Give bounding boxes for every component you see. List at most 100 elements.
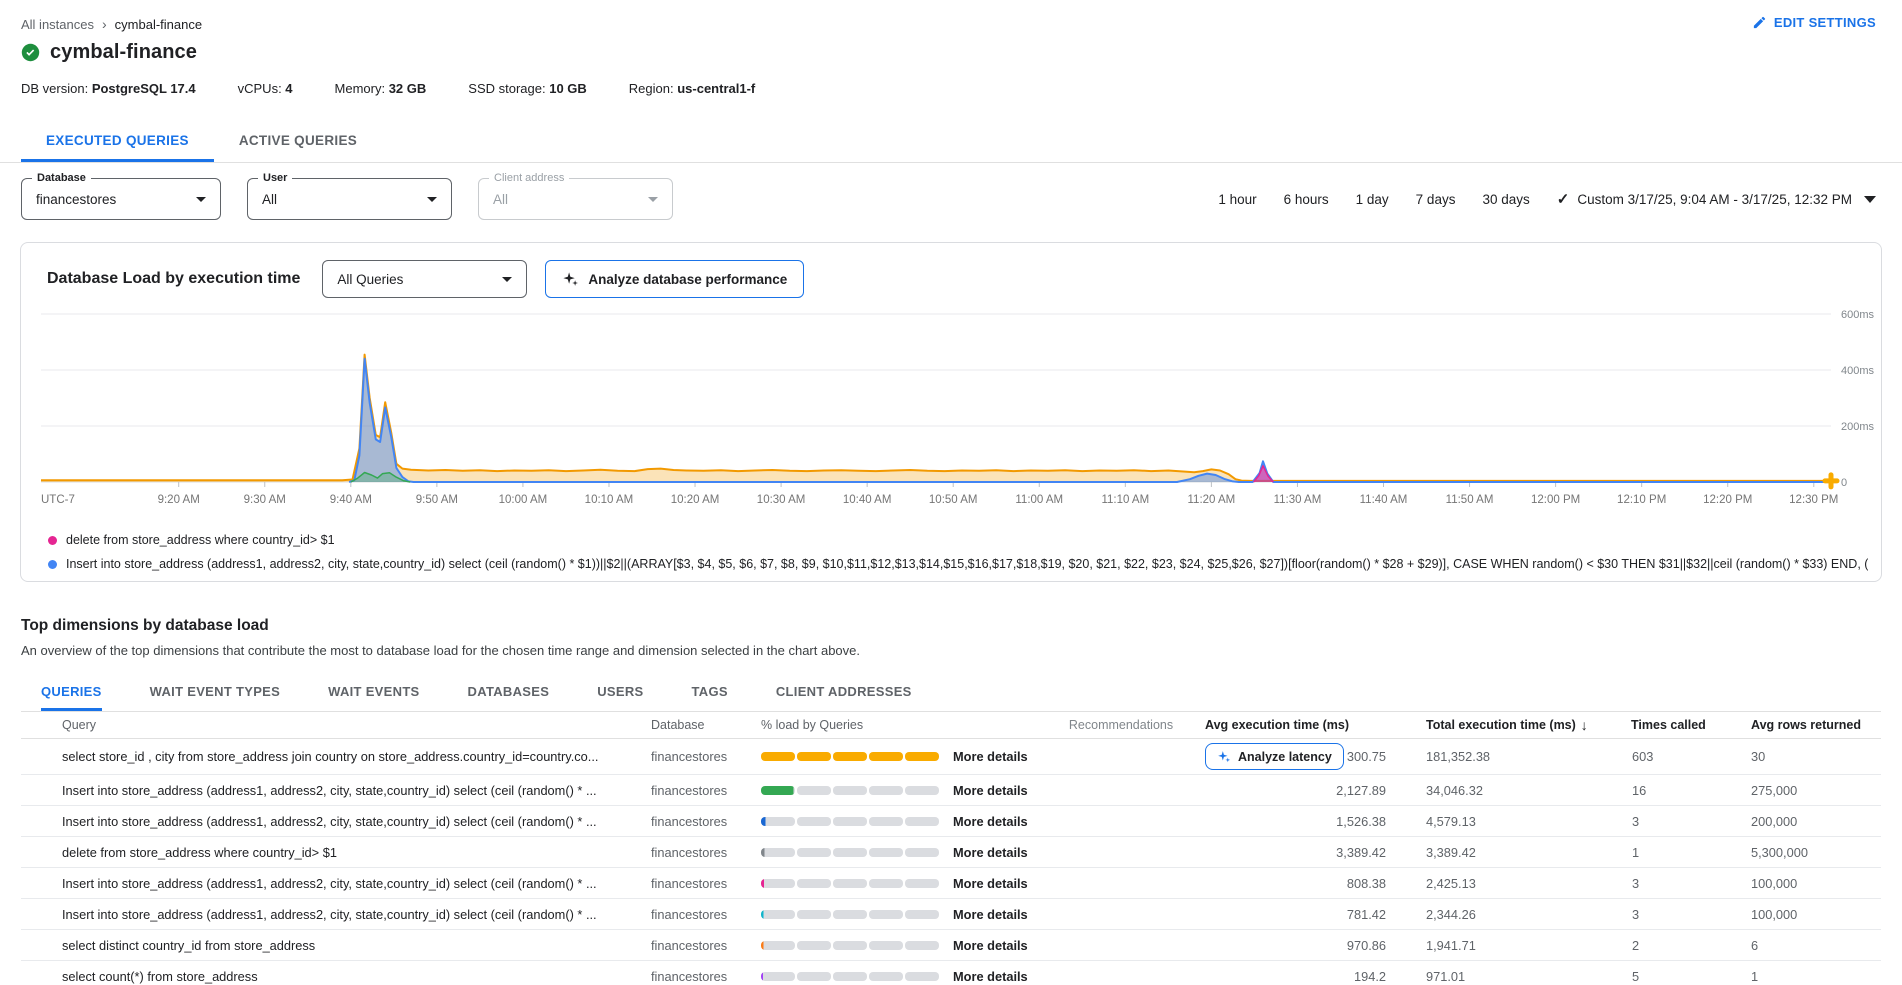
column-header--load-by-queries[interactable]: % load by Queries <box>751 718 1061 732</box>
tab-executed-queries[interactable]: EXECUTED QUERIES <box>21 121 214 162</box>
svg-text:9:50 AM: 9:50 AM <box>416 494 458 506</box>
times-called-cell: 2 <box>1621 938 1741 953</box>
info-label: Memory: <box>335 81 389 96</box>
legend-label: Insert into store_address (address1, add… <box>66 557 1868 571</box>
avg-execution-cell: 970.86 <box>1181 938 1416 953</box>
filter-select-database[interactable]: Databasefinancestores <box>21 178 221 220</box>
instance-info-item: Region: us-central1-f <box>629 81 755 96</box>
table-row: select distinct country_id from store_ad… <box>21 930 1881 961</box>
dim-tab-wait-event-types[interactable]: WAIT EVENT TYPES <box>150 674 280 711</box>
time-option-1-day[interactable]: 1 day <box>1356 192 1389 207</box>
load-bar-segment <box>797 972 831 981</box>
load-bar <box>761 941 939 950</box>
filter-value: financestores <box>36 192 116 207</box>
chevron-down-icon <box>427 197 437 202</box>
time-option-7-days[interactable]: 7 days <box>1416 192 1456 207</box>
load-bar-segment <box>797 786 831 795</box>
table-row: Insert into store_address (address1, add… <box>21 868 1881 899</box>
column-header-recommendations[interactable]: Recommendations <box>1061 718 1181 732</box>
times-called-cell: 1 <box>1621 845 1741 860</box>
svg-text:12:30 PM: 12:30 PM <box>1789 494 1838 506</box>
legend-item: Insert into store_address (address1, add… <box>48 557 1868 571</box>
more-details-link[interactable]: More details <box>953 876 1028 891</box>
analyze-latency-button[interactable]: Analyze latency <box>1205 743 1344 770</box>
avg-execution-cell: 1,526.38 <box>1181 814 1416 829</box>
column-header-query[interactable]: Query <box>21 718 641 732</box>
load-bar <box>761 817 939 826</box>
column-header-database[interactable]: Database <box>641 718 751 732</box>
edit-settings-button[interactable]: EDIT SETTINGS <box>1752 15 1876 30</box>
column-header-total-execution-time-ms-[interactable]: Total execution time (ms)↓ <box>1416 717 1621 733</box>
dim-tab-users[interactable]: USERS <box>597 674 643 711</box>
table-row: select count(*) from store_addressfinanc… <box>21 961 1881 985</box>
more-details-link[interactable]: More details <box>953 749 1028 764</box>
total-execution-cell: 34,046.32 <box>1416 783 1621 798</box>
legend-item: delete from store_address where country_… <box>48 533 1868 547</box>
column-header-avg-rows-returned[interactable]: Avg rows returned <box>1741 718 1881 732</box>
instance-info-item: SSD storage: 10 GB <box>468 81 587 96</box>
time-option-30-days[interactable]: 30 days <box>1482 192 1529 207</box>
times-called-cell: 603 <box>1621 749 1741 764</box>
avg-rows-cell: 100,000 <box>1741 876 1881 891</box>
more-details-link[interactable]: More details <box>953 907 1028 922</box>
load-cell: More details <box>751 783 1061 798</box>
query-text: Insert into store_address (address1, add… <box>21 783 641 798</box>
dim-tab-tags[interactable]: TAGS <box>692 674 728 711</box>
times-called-cell: 3 <box>1621 876 1741 891</box>
load-chart[interactable]: 600ms400ms200ms09:20 AM9:30 AM9:40 AM9:5… <box>21 306 1881 523</box>
dim-tab-wait-events[interactable]: WAIT EVENTS <box>328 674 419 711</box>
svg-text:10:30 AM: 10:30 AM <box>757 494 806 506</box>
dim-tab-databases[interactable]: DATABASES <box>468 674 550 711</box>
avg-execution-value: 1,526.38 <box>1336 814 1386 829</box>
database-cell: financestores <box>641 969 751 984</box>
load-bar-segment <box>905 848 939 857</box>
svg-text:9:40 AM: 9:40 AM <box>330 494 372 506</box>
chevron-right-icon: › <box>102 16 107 32</box>
more-details-link[interactable]: More details <box>953 814 1028 829</box>
sort-desc-icon: ↓ <box>1581 717 1588 733</box>
more-details-link[interactable]: More details <box>953 845 1028 860</box>
svg-text:11:50 AM: 11:50 AM <box>1446 494 1494 506</box>
filters: DatabasefinancestoresUserAllClient addre… <box>21 178 699 220</box>
more-details-link[interactable]: More details <box>953 969 1028 984</box>
load-cell: More details <box>751 938 1061 953</box>
svg-text:11:30 AM: 11:30 AM <box>1274 494 1322 506</box>
svg-text:200ms: 200ms <box>1841 421 1875 433</box>
dim-tab-client-addresses[interactable]: CLIENT ADDRESSES <box>776 674 912 711</box>
svg-text:UTC-7: UTC-7 <box>41 494 75 506</box>
analyze-latency-label: Analyze latency <box>1238 750 1332 764</box>
tab-active-queries[interactable]: ACTIVE QUERIES <box>214 121 382 162</box>
load-bar-segment <box>869 752 903 761</box>
load-bar-segment <box>905 941 939 950</box>
total-execution-cell: 2,425.13 <box>1416 876 1621 891</box>
avg-execution-cell: Analyze latency300.75 <box>1181 743 1416 770</box>
query-text: delete from store_address where country_… <box>21 845 641 860</box>
more-details-link[interactable]: More details <box>953 783 1028 798</box>
time-custom-selector[interactable]: ✓Custom 3/17/25, 9:04 AM - 3/17/25, 12:3… <box>1557 190 1876 208</box>
query-filter-value: All Queries <box>337 272 403 287</box>
avg-execution-cell: 194.2 <box>1181 969 1416 984</box>
breadcrumb-all-instances[interactable]: All instances <box>21 17 94 32</box>
chevron-down-icon <box>648 197 658 202</box>
time-option-6-hours[interactable]: 6 hours <box>1284 192 1329 207</box>
avg-rows-cell: 6 <box>1741 938 1881 953</box>
load-bar-segment <box>761 786 795 795</box>
filter-select-user[interactable]: UserAll <box>247 178 452 220</box>
svg-text:12:00 PM: 12:00 PM <box>1531 494 1580 506</box>
more-details-link[interactable]: More details <box>953 938 1028 953</box>
queries-table: QueryDatabase% load by QueriesRecommenda… <box>21 711 1881 985</box>
time-option-1-hour[interactable]: 1 hour <box>1218 192 1256 207</box>
load-bar-segment <box>905 786 939 795</box>
load-bar-segment <box>869 817 903 826</box>
column-header-avg-execution-time-ms-[interactable]: Avg execution time (ms) <box>1181 718 1416 732</box>
query-filter-select[interactable]: All Queries <box>322 260 527 298</box>
load-bar-segment <box>905 910 939 919</box>
analyze-database-performance-button[interactable]: Analyze database performance <box>545 260 804 298</box>
chevron-down-icon <box>1864 196 1876 203</box>
load-bar-segment <box>761 848 795 857</box>
load-bar-segment <box>869 848 903 857</box>
load-cell: More details <box>751 969 1061 984</box>
dim-tab-queries[interactable]: QUERIES <box>41 674 102 711</box>
time-custom-label: Custom 3/17/25, 9:04 AM - 3/17/25, 12:32… <box>1577 192 1852 207</box>
column-header-times-called[interactable]: Times called <box>1621 718 1741 732</box>
